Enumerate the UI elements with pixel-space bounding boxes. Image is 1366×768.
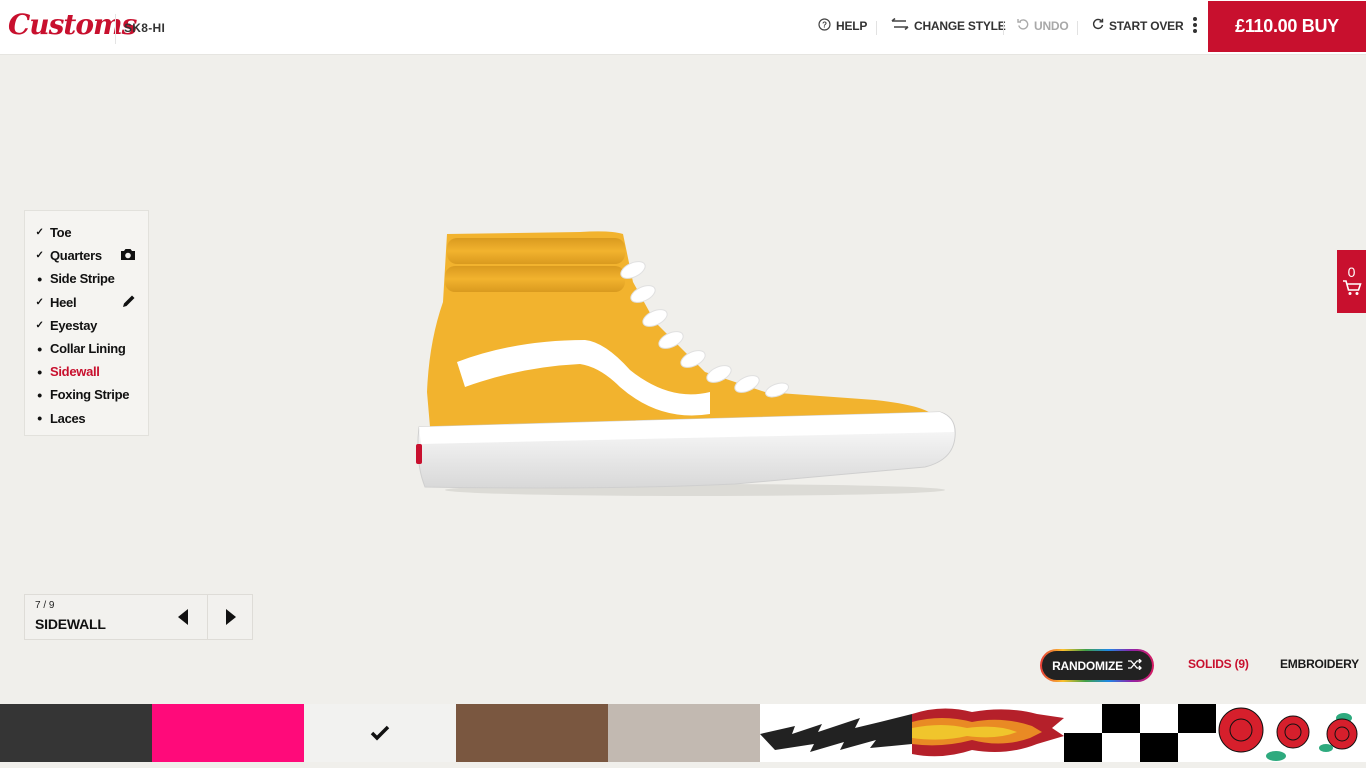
cart-icon — [1337, 280, 1366, 301]
part-item-foxing-stripe[interactable]: • Foxing Stripe — [25, 383, 148, 406]
part-label: Quarters — [50, 248, 102, 264]
swatch-roses[interactable] — [1216, 704, 1366, 762]
part-label: Side Stripe — [50, 271, 115, 287]
part-item-quarters[interactable]: ✓ Quarters — [25, 244, 148, 267]
step-navigator: 7 / 9 SIDEWALL — [24, 594, 253, 640]
check-icon: ✓ — [35, 319, 44, 331]
start-over-label: START OVER — [1109, 18, 1184, 33]
swatch-white[interactable] — [304, 704, 456, 762]
divider — [876, 21, 877, 35]
part-item-collar-lining[interactable]: • Collar Lining — [25, 337, 148, 360]
divider — [1077, 21, 1078, 35]
step-label: SIDEWALL — [35, 616, 106, 632]
swatch-flames[interactable] — [912, 704, 1064, 762]
part-item-heel[interactable]: ✓ Heel — [25, 291, 148, 314]
cart-count: 0 — [1347, 264, 1356, 280]
undo-icon — [1017, 18, 1029, 33]
help-label: HELP — [836, 19, 868, 33]
next-step-button[interactable] — [207, 595, 253, 639]
randomize-button[interactable]: RANDOMIZE — [1040, 649, 1154, 682]
swap-arrows-icon — [891, 17, 909, 33]
heel-logo — [416, 444, 422, 464]
check-icon: ✓ — [35, 227, 44, 239]
part-label: Toe — [50, 225, 72, 241]
swatch-lightning-bolt[interactable] — [760, 704, 912, 762]
part-label: Laces — [50, 410, 86, 426]
help-icon: ? — [818, 18, 831, 34]
part-label: Foxing Stripe — [50, 387, 130, 403]
cart-button[interactable]: 0 — [1337, 250, 1366, 313]
help-button[interactable]: ? HELP — [818, 18, 867, 34]
bullet-icon: • — [37, 340, 42, 357]
collar-pad — [445, 266, 625, 292]
swatch-black[interactable] — [0, 704, 152, 762]
selected-check-icon — [304, 704, 456, 762]
tab-solids[interactable]: SOLIDS (9) — [1188, 657, 1249, 671]
check-icon: ✓ — [35, 250, 44, 262]
undo-button[interactable]: UNDO — [1017, 18, 1069, 33]
customs-logo[interactable]: Customs — [8, 8, 137, 41]
swatch-strip — [0, 704, 1366, 762]
part-item-laces[interactable]: • Laces — [25, 407, 148, 430]
caret-right-icon — [225, 609, 236, 625]
buy-button[interactable]: £110.00 BUY — [1208, 1, 1366, 52]
checkerboard-pattern — [1064, 704, 1216, 762]
part-label: Eyestay — [50, 317, 98, 333]
roses-pattern — [1218, 707, 1358, 761]
previous-step-button[interactable] — [160, 595, 206, 639]
bullet-icon: • — [37, 410, 42, 427]
model-name: SK8-HI — [124, 21, 166, 35]
divider — [1003, 21, 1004, 35]
change-style-label: CHANGE STYLE — [914, 18, 1006, 33]
pencil-icon[interactable] — [122, 294, 136, 311]
bullet-icon: • — [37, 386, 42, 403]
shuffle-icon — [1127, 658, 1142, 673]
part-item-eyestay[interactable]: ✓ Eyestay — [25, 314, 148, 337]
shoe-preview[interactable] — [405, 222, 965, 502]
swatch-checkerboard[interactable] — [1064, 704, 1216, 762]
bullet-icon: • — [37, 363, 42, 380]
part-label: Collar Lining — [50, 341, 126, 357]
swatch-pink[interactable] — [152, 704, 304, 762]
bullet-icon: • — [37, 270, 42, 287]
refresh-icon — [1092, 18, 1104, 33]
more-options-icon[interactable] — [1190, 17, 1200, 37]
swatch-brown[interactable] — [456, 704, 608, 762]
randomize-label: RANDOMIZE — [1052, 658, 1123, 673]
flames-pattern — [912, 708, 1064, 757]
undo-label: UNDO — [1034, 18, 1069, 33]
step-count: 7 / 9 — [35, 600, 55, 611]
part-item-side-stripe[interactable]: • Side Stripe — [25, 267, 148, 290]
swatch-taupe[interactable] — [608, 704, 760, 762]
caret-left-icon — [178, 609, 188, 625]
top-bar: Customs SK8-HI ? HELP CHANGE STYLE UNDO … — [0, 0, 1366, 55]
collar-pad — [447, 238, 625, 264]
part-item-toe[interactable]: ✓ Toe — [25, 221, 148, 244]
part-item-sidewall[interactable]: • Sidewall — [25, 360, 148, 383]
parts-list: ✓ Toe ✓ Quarters • Side Stripe ✓ Heel ✓ … — [24, 210, 149, 436]
start-over-button[interactable]: START OVER — [1092, 18, 1184, 33]
lightning-bolt-pattern — [760, 714, 912, 752]
part-label: Sidewall — [50, 364, 100, 380]
check-icon: ✓ — [35, 296, 44, 308]
change-style-button[interactable]: CHANGE STYLE — [891, 17, 1006, 33]
divider — [115, 14, 116, 44]
svg-text:?: ? — [822, 21, 827, 30]
tab-embroidery[interactable]: EMBROIDERY — [1280, 657, 1359, 671]
camera-icon[interactable] — [120, 248, 136, 264]
part-label: Heel — [50, 294, 77, 310]
